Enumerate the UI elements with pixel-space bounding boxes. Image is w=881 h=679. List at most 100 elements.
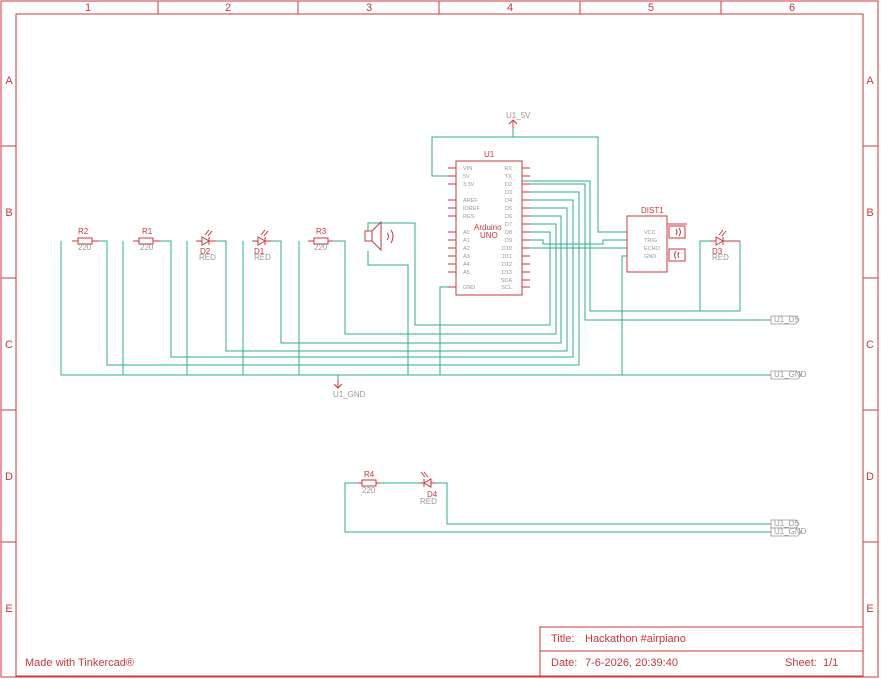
row-label: E: [866, 603, 873, 615]
led-d4: D4 RED: [420, 471, 438, 506]
light-arrows-icon: [420, 471, 429, 478]
title-label: Title:: [551, 633, 574, 645]
pin-label: RES: [463, 214, 475, 220]
speaker-icon: [364, 220, 394, 252]
svg-text:U1_GND: U1_GND: [774, 527, 807, 536]
column-label: 4: [507, 2, 513, 14]
pin-label: TRIG: [644, 238, 657, 244]
row-label: C: [5, 339, 13, 351]
pin-label: A4: [463, 262, 470, 268]
ref-label: DIST1: [641, 206, 664, 215]
pin-label: SDA: [501, 278, 513, 284]
wave-out-icon: [675, 227, 681, 237]
date-value: 7-6-2026, 20:39:40: [585, 657, 678, 669]
pin-label: D4: [505, 198, 512, 204]
row-label: E: [5, 603, 12, 615]
column-label: 2: [225, 2, 231, 14]
led-d2: D2 RED: [196, 229, 216, 262]
sheet-label: Sheet:: [785, 657, 817, 669]
pin-label: D8: [505, 230, 512, 236]
right-pins: RX TX D2 D3 D4 D5 D6 D7 D8 D9 D10 D11 D12 D13 SDASCL: [501, 166, 530, 291]
pin-label: SCL: [501, 285, 512, 291]
pin-label: RX: [504, 166, 512, 172]
schematic-sheet: 1 2 3 4 5 6 A B C D E A B C D E R2 220 R…: [0, 0, 879, 678]
net-label-d5-1: U1_D5: [770, 315, 800, 325]
sheet-value: 1/1: [823, 657, 838, 669]
wire: [344, 482, 771, 533]
pin-label: D6: [505, 214, 512, 220]
ref-label: U1: [484, 150, 495, 159]
pin-label: D7: [505, 222, 512, 228]
row-label: B: [5, 207, 12, 219]
pin-label: GND: [644, 254, 656, 260]
pin-label: A2: [463, 246, 470, 252]
part-name: UNO: [480, 231, 498, 240]
pin-label: D5: [505, 206, 512, 212]
wire: [522, 239, 627, 245]
pin-label: D3: [505, 190, 512, 196]
row-label: A: [5, 75, 13, 87]
row-label: C: [866, 339, 874, 351]
wire: [436, 482, 771, 525]
ground-symbol: U1_GND: [333, 380, 366, 399]
pin-label: A5: [463, 270, 470, 276]
pin-label: A0: [463, 230, 470, 236]
arduino-uno: U1 Arduino UNO VIN5V3.3VAREFIOREFRESA0A1…: [448, 150, 530, 296]
pin-label: D12: [502, 262, 512, 268]
value-label: 220: [362, 486, 376, 495]
pin-label: D9: [505, 238, 512, 244]
pin-label: 5V: [463, 174, 470, 180]
pin-label: D2: [505, 182, 512, 188]
pin-label: ECHO: [644, 246, 661, 252]
row-label: D: [866, 471, 874, 483]
date-label: Date:: [551, 657, 577, 669]
svg-text:U1_GND: U1_GND: [774, 370, 807, 379]
ref-label: R3: [316, 227, 327, 236]
led-d3: D3 RED: [710, 229, 740, 262]
distance-sensor: DIST1 VCC TRIG ECHO GND: [626, 206, 687, 273]
wire: [367, 251, 409, 375]
title-value: Hackathon #airpiano: [585, 633, 686, 645]
row-label: D: [5, 471, 13, 483]
column-label: 3: [366, 2, 372, 14]
wire: [699, 240, 710, 311]
net-label: U1_5V: [506, 111, 531, 120]
resistor-r1: R1 220: [133, 227, 160, 252]
resistor-r2: R2 220: [72, 227, 99, 252]
wire: [621, 255, 627, 375]
pin-label: VCC: [644, 230, 656, 236]
pin-label: VIN: [463, 166, 472, 172]
pin-label: D13: [502, 270, 512, 276]
wires: [60, 128, 771, 533]
resistor-r4: R4 220: [358, 470, 380, 495]
resistor-r3: R3 220: [308, 227, 333, 252]
value-label: 220: [314, 243, 328, 252]
light-arrows-icon: [260, 229, 269, 237]
ref-label: R1: [142, 227, 153, 236]
value-label: RED: [420, 497, 437, 506]
pin-label: TX: [505, 174, 512, 180]
value-label: RED: [199, 253, 216, 262]
power-5v-symbol: U1_5V: [506, 111, 531, 128]
net-label-gnd-2: U1_GND: [770, 527, 807, 537]
wire: [271, 215, 562, 344]
column-label: 6: [789, 2, 795, 14]
ref-label: R2: [78, 227, 89, 236]
led-d1: D1 RED: [252, 229, 271, 262]
made-with-label: Made with Tinkercad®: [25, 657, 134, 669]
value-label: 220: [140, 243, 154, 252]
pin-label: IOREF: [463, 206, 480, 212]
net-label-gnd-1: U1_GND: [770, 370, 807, 380]
row-label: A: [866, 75, 874, 87]
row-label: B: [866, 207, 873, 219]
column-label: 5: [648, 2, 654, 14]
wire: [367, 222, 551, 326]
svg-text:U1_D5: U1_D5: [774, 315, 799, 324]
ref-label: R4: [364, 470, 375, 479]
pin-label: AREF: [463, 198, 478, 204]
wire: [439, 286, 456, 375]
value-label: RED: [254, 253, 271, 262]
light-arrows-icon: [718, 229, 727, 237]
pin-label: A3: [463, 254, 470, 260]
pin-label: A1: [463, 238, 470, 244]
